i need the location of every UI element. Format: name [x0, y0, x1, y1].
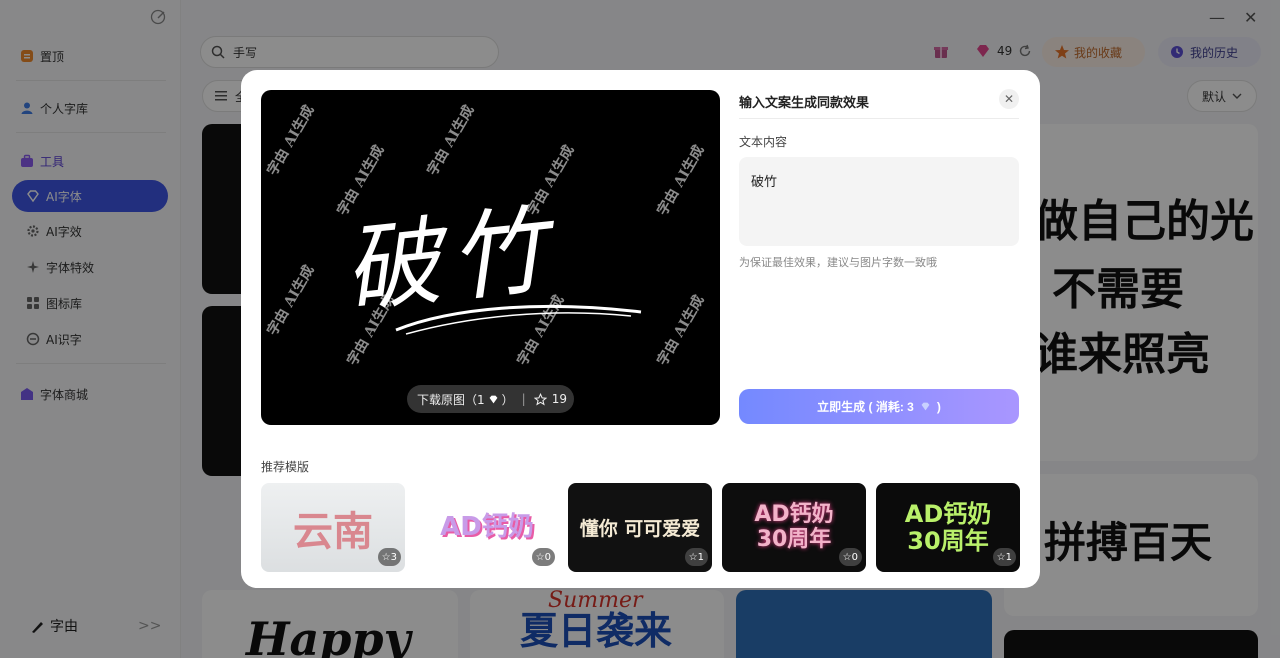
fav-badge: ☆ 0 [838, 548, 862, 566]
gem-icon [489, 395, 498, 403]
generate-button[interactable]: 立即生成 ( 消耗: 3 ) [739, 389, 1019, 424]
watermark: 字由 AI生成 [654, 292, 708, 369]
generate-modal: 字由 AI生成 字由 AI生成 字由 AI生成 字由 AI生成 字由 AI生成 … [241, 70, 1040, 588]
template-card[interactable]: AD钙奶30周年 ☆ 1 [876, 483, 1020, 572]
watermark: 字由 AI生成 [424, 102, 478, 179]
template-card[interactable]: 懂你 可可爱爱 ☆ 1 [568, 483, 712, 572]
fav-badge: ☆ 1 [992, 548, 1016, 566]
star-icon: ☆ [996, 551, 1006, 563]
fav-badge: ☆ 1 [684, 548, 708, 566]
star-icon[interactable] [533, 392, 547, 406]
download-original-button[interactable]: 下载原图（1 [417, 391, 485, 408]
star-icon: ☆ [381, 551, 391, 563]
watermark: 字由 AI生成 [264, 262, 318, 339]
brush-stroke [395, 304, 642, 335]
recommend-label: 推荐模版 [261, 460, 310, 474]
star-icon: ☆ [535, 551, 545, 563]
download-bar[interactable]: 下载原图（1 ） | 19 [407, 385, 574, 413]
template-card[interactable]: AD钙奶30周年 ☆ 0 [722, 483, 866, 572]
star-icon: ☆ [842, 551, 852, 563]
close-modal-button[interactable]: ✕ [999, 89, 1019, 109]
fav-badge: ☆ 3 [377, 548, 401, 566]
preview-image: 字由 AI生成 字由 AI生成 字由 AI生成 字由 AI生成 字由 AI生成 … [261, 90, 720, 425]
template-card[interactable]: 云南 ☆ 3 [261, 483, 405, 572]
hint-text: 为保证最佳效果，建议与图片字数一致哦 [739, 256, 937, 269]
star-icon: ☆ [688, 551, 698, 563]
template-card[interactable]: AD钙奶 ☆ 0 [415, 483, 559, 572]
watermark: 字由 AI生成 [264, 102, 318, 179]
fav-badge: ☆ 0 [531, 548, 555, 566]
text-content-label: 文本内容 [739, 135, 788, 149]
text-content-input[interactable]: 破竹 [739, 157, 1019, 246]
watermark: 字由 AI生成 [654, 142, 708, 219]
gem-icon [921, 402, 930, 411]
panel-divider [739, 118, 1019, 119]
panel-title: 输入文案生成同款效果 [739, 96, 870, 111]
